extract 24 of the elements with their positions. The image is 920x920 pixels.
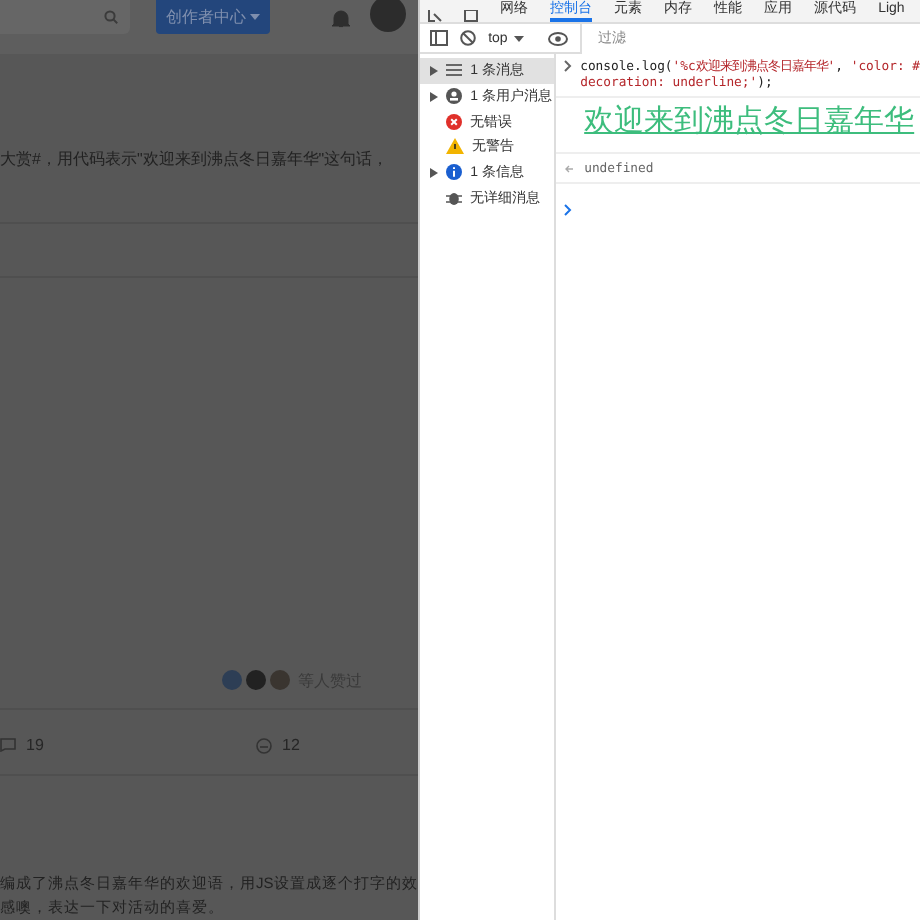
return-arrow-icon xyxy=(564,163,575,173)
avatar[interactable] xyxy=(370,0,407,32)
avatar xyxy=(246,670,267,691)
expand-arrow-icon xyxy=(430,167,439,178)
caret-icon xyxy=(513,35,524,41)
clear-icon[interactable] xyxy=(460,30,477,46)
bug-icon xyxy=(446,189,463,206)
inspect-icon[interactable] xyxy=(428,10,443,22)
console-output: 欢迎来到沸点冬日嘉年华 xyxy=(556,98,920,154)
device-icon[interactable] xyxy=(464,10,479,22)
expand-arrow-icon xyxy=(430,91,439,102)
info-icon xyxy=(446,164,463,181)
list-icon xyxy=(446,64,463,77)
expand-arrow-icon xyxy=(430,65,439,76)
warning-icon xyxy=(446,138,465,155)
avatar xyxy=(270,670,291,691)
avatar xyxy=(222,670,243,691)
eye-icon[interactable] xyxy=(547,31,568,45)
caret-icon xyxy=(250,14,260,20)
search-field[interactable] xyxy=(0,0,130,34)
sidebar-toggle-icon[interactable] xyxy=(430,30,449,46)
error-icon xyxy=(446,113,463,130)
user-icon xyxy=(446,88,463,105)
prompt-icon[interactable] xyxy=(564,204,573,216)
